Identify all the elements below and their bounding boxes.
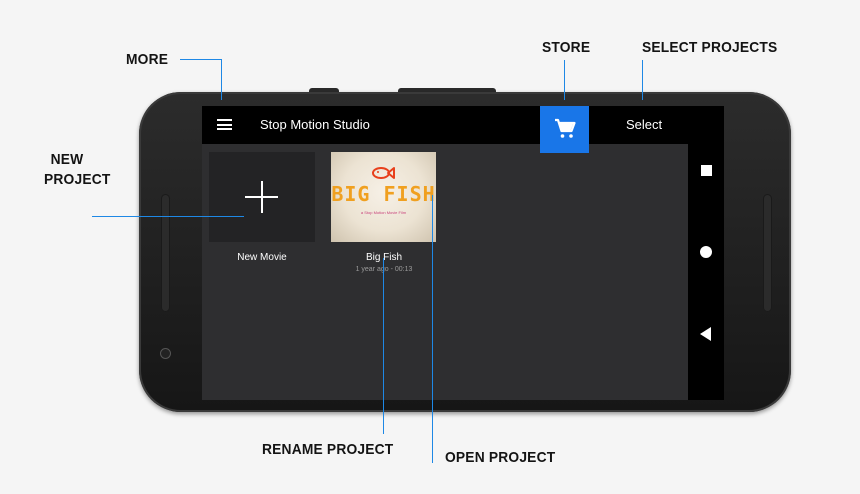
open-callout-line xyxy=(432,195,433,463)
shopping-cart-icon xyxy=(555,118,576,138)
app-title: Stop Motion Studio xyxy=(260,117,370,132)
app-bar: Stop Motion Studio Select xyxy=(202,106,688,144)
right-speaker xyxy=(763,194,772,312)
store-button[interactable] xyxy=(540,106,589,153)
more-callout: MORE xyxy=(126,51,169,68)
thumbnail-subtitle: a Stop Motion Movie Film xyxy=(360,210,407,215)
new-movie-label: New Movie xyxy=(237,252,287,263)
more-callout-line-vertical xyxy=(221,59,222,100)
big-fish-thumbnail[interactable]: BIG FISH a Stop Motion Movie Film xyxy=(331,152,436,242)
new-project-callout-line2: PROJECT xyxy=(44,171,111,188)
big-fish-label[interactable]: Big Fish xyxy=(331,252,437,263)
select-projects-callout: SELECT PROJECTS xyxy=(642,39,778,56)
store-callout-line xyxy=(564,60,565,100)
back-icon[interactable] xyxy=(700,327,712,341)
recent-apps-icon[interactable] xyxy=(701,165,712,176)
new-movie-tile[interactable] xyxy=(209,152,315,242)
new-project-callout-line1: NEW xyxy=(50,151,84,168)
fish-logo-icon xyxy=(372,167,395,179)
home-icon[interactable] xyxy=(700,246,712,258)
hamburger-menu-icon[interactable] xyxy=(217,119,232,130)
android-nav-bar xyxy=(688,106,724,400)
rename-callout-line xyxy=(383,258,384,434)
app-screen: Stop Motion Studio Select New Movie BIG … xyxy=(202,106,688,400)
new-project-callout-line xyxy=(92,216,244,217)
open-project-callout: OPEN PROJECT xyxy=(445,449,556,466)
store-callout: STORE xyxy=(542,39,591,56)
front-camera xyxy=(160,348,171,359)
left-speaker xyxy=(161,194,170,312)
thumbnail-title: BIG FISH xyxy=(331,182,436,206)
new-project-callout: NEW PROJECT xyxy=(44,150,111,190)
more-callout-line xyxy=(180,59,222,60)
select-callout-line xyxy=(642,60,643,100)
rename-project-callout: RENAME PROJECT xyxy=(262,441,394,458)
select-button[interactable]: Select xyxy=(626,117,662,132)
big-fish-meta: 1 year ago - 00:13 xyxy=(355,266,413,273)
